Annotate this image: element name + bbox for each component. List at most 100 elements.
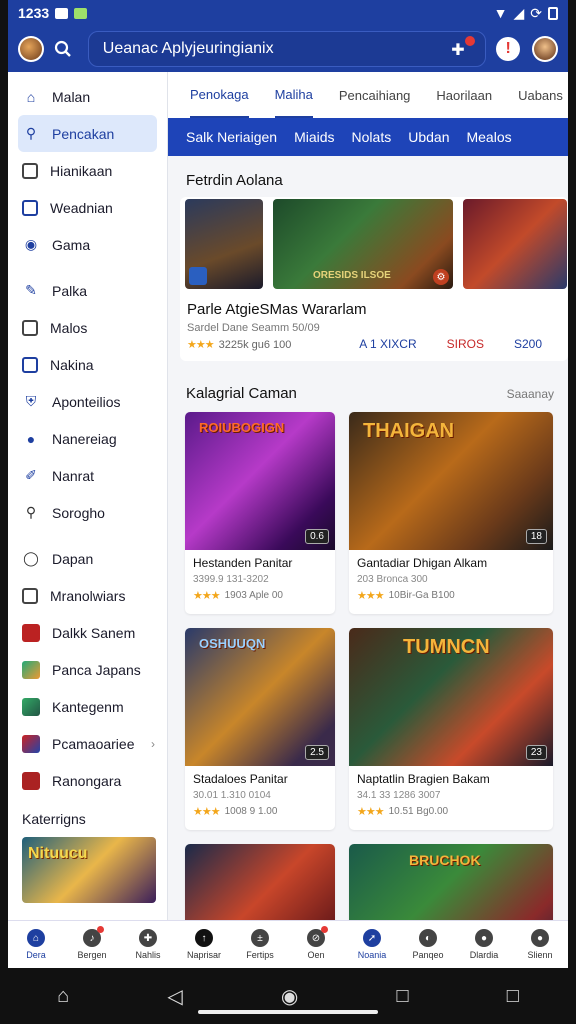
game-card[interactable]: ROIUBOGIGN 0.6 Hestanden Panitar 3399.9 … [185,412,335,614]
back-icon[interactable]: ◁ [167,984,182,1009]
chat-icon: ◐ [419,929,437,947]
sidebar-item-mranolwiars[interactable]: Mranolwiars [8,577,167,614]
tab-penokaga[interactable]: Penokaga [190,72,249,118]
alert-icon[interactable]: ! [496,37,521,61]
sidebar-item-malan[interactable]: ⌂ Malan [8,78,167,115]
see-all-link[interactable]: Saaanay [507,387,554,401]
subtab-nolats[interactable]: Nolats [352,129,392,145]
sidebar-item-malos[interactable]: Malos [8,309,167,346]
game-card-rating: ★★★ 10Bir-Ga B100 [357,589,553,602]
nav-label: Bergen [77,950,107,960]
subtab-miaids[interactable]: Miaids [294,129,334,145]
game-card[interactable]: TUMNCN 23 Naptatlin Bragien Bakam 34.1 3… [349,628,553,830]
sidebar-item-sorogho[interactable]: ⚲ Sorogho [8,494,167,531]
sidebar-item-label: Aponteilios [52,393,121,410]
user-icon: ● [475,929,493,947]
kategori-header: Kalagrial Caman Saaanay [186,385,568,402]
nav-oen[interactable]: ⊘ Oen [288,921,344,968]
nav-noania[interactable]: ➚ Noania [344,921,400,968]
nav-dlardia[interactable]: ● Dlardia [456,921,512,968]
game-card[interactable]: OSHUUQN 2.5 Stadaloes Panitar 30.01 1.31… [185,628,335,830]
signal-icon: ◢ [513,4,525,21]
subtab-salk[interactable]: Salk Neriaigen [186,129,277,145]
game-card-title: Naptatlin Bragien Bakam [357,772,490,786]
subtab-ubdan[interactable]: Ubdan [408,129,449,145]
nav-panqeo[interactable]: ◐ Panqeo [400,921,456,968]
tab-maliha[interactable]: Maliha [274,72,313,118]
star-rating-icon: ★★★ [357,806,385,818]
game-thumb-icon [22,771,40,790]
sidebar-item-pcamaoariee[interactable]: Pcamaoariee › [8,725,167,762]
sidebar-item-dapan[interactable]: ◯ Dapan [8,540,167,577]
sidebar-item-nanrat[interactable]: ✐ Nanrat [8,457,167,494]
profile-avatar[interactable] [532,36,558,62]
sidebar-item-weadnian[interactable]: Weadnian [8,189,167,226]
game-card-art-text: OSHUUQN [199,636,266,651]
game-card[interactable] [185,844,335,920]
nav-naprisar[interactable]: ↑ Naprisar [176,921,232,968]
app-notification-icon [74,7,88,19]
search-icon[interactable] [50,36,76,62]
nav-nahlis[interactable]: ✚ Nahlis [120,921,176,968]
sidebar-item-label: Panca Japans [52,661,141,678]
game-card-meta: 30.01 1.310 0104 [193,790,271,801]
nav-slienn[interactable]: ● Slienn [512,921,568,968]
sidebar-item-gama[interactable]: ◉ Gama [8,226,167,263]
featured-image-1[interactable] [185,199,263,289]
book-icon [22,356,38,373]
nav-bergen[interactable]: ♪ Bergen [64,921,120,968]
status-time: 1233 [18,5,50,21]
sidebar-item-nanereiag[interactable]: ● Nanereiag [8,420,167,457]
square-icon[interactable]: □ [507,985,519,1008]
tab-haorilaan[interactable]: Haorilaan [436,72,492,118]
chevron-right-icon[interactable]: › [151,737,155,751]
search-input[interactable]: Ueanac Aplyjeuringianix ✚ [87,31,487,67]
sidebar-item-aponteilios[interactable]: ⛨ Aponteilios [8,383,167,420]
game-card-image: THAIGAN 18 [349,412,553,550]
sidebar-item-label: Mranolwiars [50,587,126,604]
game-card-rating: ★★★ 1903 Aple 00 [193,589,335,602]
subtab-bar: Salk Neriaigen Miaids Nolats Ubdan Mealo… [168,118,568,156]
tab-pencaihiang[interactable]: Pencaihiang [339,72,411,118]
nav-dera[interactable]: ⌂ Dera [8,921,64,968]
featured-image-2[interactable]: ORESIDS ILSOE ⚙ [273,199,453,289]
circle-home-icon[interactable]: ◉ [281,984,298,1009]
sidebar-item-label: Malan [52,88,91,105]
sidebar-item-nakina[interactable]: Nakina [8,346,167,383]
featured-link-1[interactable]: A 1 XIXCR [359,337,416,351]
featured-images: ORESIDS ILSOE ⚙ [185,197,568,289]
game-card-art-text: THAIGAN [363,420,455,442]
nav-label: Dera [26,950,46,960]
sidebar-item-pencakan[interactable]: ⚲ Pencakan [18,115,157,152]
gesture-bar[interactable] [198,1010,378,1014]
sidebar-section-title: Katerrigns [22,811,86,827]
nav-fertips[interactable]: ± Fertips [232,921,288,968]
featured-link-2[interactable]: SIROS [447,337,484,351]
game-card-meta: 203 Bronca 300 [357,574,428,585]
sidebar-item-label: Dapan [52,550,94,567]
game-card[interactable]: THAIGAN 18 Gantadiar Dhigan Alkam 203 Br… [349,412,553,614]
notification-dot [321,926,328,933]
sidebar-item-dalkk-sanem[interactable]: Dalkk Sanem [8,614,167,651]
category-thumbnail[interactable]: Nituucu [22,837,156,903]
sidebar-item-panca-japans[interactable]: Panca Japans [8,651,167,688]
featured-card[interactable]: ORESIDS ILSOE ⚙ Parle AtgieSMas Wararlam… [180,197,568,361]
game-card[interactable]: BRUCHOK [349,844,553,920]
sidebar-item-palka[interactable]: ✎ Palka [8,272,167,309]
home-icon[interactable]: ⌂ [57,985,69,1008]
subtab-mealos[interactable]: Mealos [466,129,511,145]
recents-icon[interactable]: □ [397,985,409,1008]
featured-image-3[interactable] [463,199,567,289]
sidebar-item-kantegenm[interactable]: Kantegenm [8,688,167,725]
sidebar-item-hianikaan[interactable]: Hianikaan [8,152,167,189]
search-icon: ⚲ [25,125,37,141]
sidebar-item-ranongara[interactable]: Ranongara [8,762,167,799]
search-icon: ⚲ [25,504,37,520]
sidebar-item-label: Sorogho [52,504,105,521]
game-thumb-icon [22,734,40,753]
featured-link-3[interactable]: S200 [514,337,542,351]
profile-icon: ● [531,929,549,947]
sidebar: ⌂ Malan ⚲ Pencakan Hianikaan Weadnian ◉ Gam… [8,72,168,920]
tab-uabans[interactable]: Uabans [518,72,563,118]
avatar[interactable] [18,36,44,62]
